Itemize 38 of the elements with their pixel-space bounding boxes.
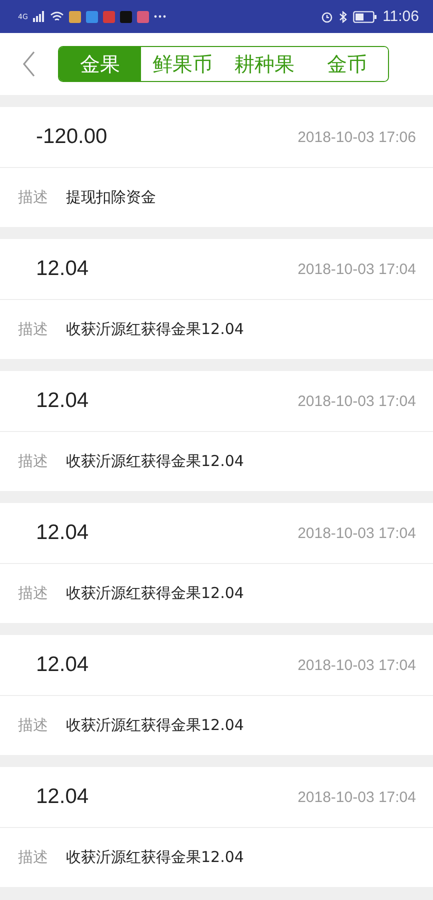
signal-icon: [32, 11, 45, 22]
app-icon: [68, 10, 81, 22]
app-icon: [136, 10, 149, 22]
app-icon: [120, 10, 132, 22]
description-text: 收获沂源红获得金果12.04: [66, 848, 244, 867]
description-label: 描述: [18, 320, 48, 339]
amount: 12.04: [36, 521, 89, 545]
description-text: 收获沂源红获得金果12.04: [66, 452, 244, 471]
description-label: 描述: [18, 188, 48, 207]
amount: 12.04: [36, 785, 89, 809]
description-text: 收获沂源红获得金果12.04: [66, 584, 244, 603]
description-label: 描述: [18, 584, 48, 603]
amount: 12.04: [36, 653, 89, 677]
wifi-icon: [50, 11, 64, 22]
more-icon: [154, 15, 166, 18]
amount: -120.00: [36, 125, 108, 149]
record-time: 2018-10-03 17:04: [298, 788, 416, 806]
app-icon: [86, 10, 98, 22]
tab[interactable]: 金果: [59, 47, 142, 81]
amount: 12.04: [36, 389, 89, 413]
clock-time: 11:06: [382, 8, 419, 25]
description-label: 描述: [18, 848, 48, 867]
record-time: 2018-10-03 17:04: [298, 260, 416, 278]
record-time: 2018-10-03 17:04: [298, 524, 416, 542]
description-text: 收获沂源红获得金果12.04: [66, 716, 244, 735]
description-text: 提现扣除资金: [66, 188, 156, 207]
battery-icon: [352, 10, 377, 22]
back-icon[interactable]: [22, 51, 36, 77]
record-time: 2018-10-03 17:06: [298, 128, 416, 146]
description-text: 收获沂源红获得金果12.04: [66, 320, 244, 339]
record-time: 2018-10-03 17:04: [298, 392, 416, 410]
record-time: 2018-10-03 17:04: [298, 656, 416, 674]
amount: 12.04: [36, 257, 89, 281]
bluetooth-icon: [338, 10, 347, 22]
description-label: 描述: [18, 716, 48, 735]
description-label: 描述: [18, 452, 48, 471]
app-icon: [102, 10, 115, 22]
alarm-icon: [320, 10, 333, 22]
